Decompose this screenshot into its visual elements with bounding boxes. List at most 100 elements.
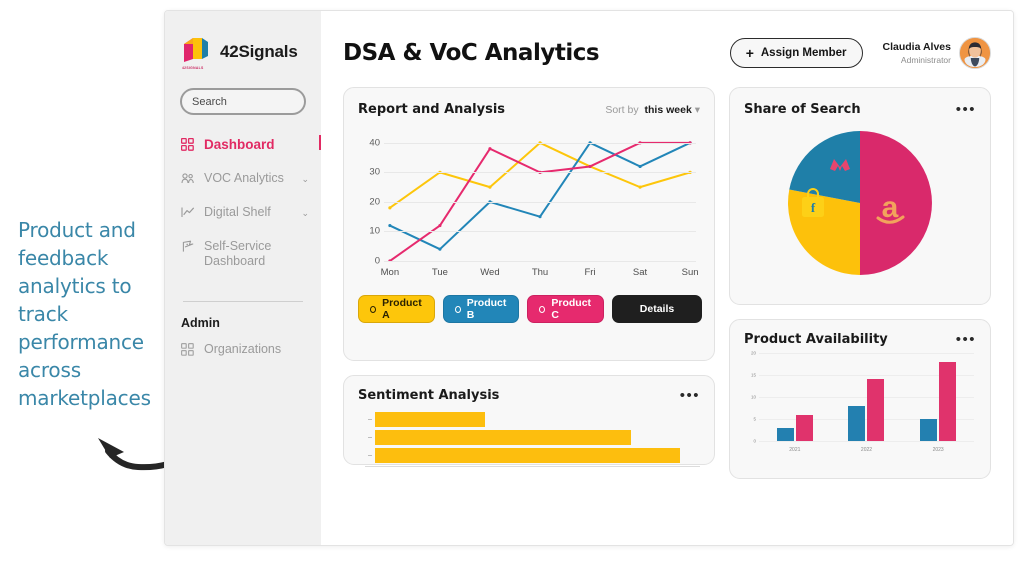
grid-icon (181, 343, 196, 359)
sos-card-header: Share of Search ••• (744, 102, 976, 118)
assign-member-button[interactable]: + Assign Member (729, 38, 863, 68)
line-chart-x-axis: Mon Tue Wed Thu Fri Sat Sun (381, 267, 699, 283)
sentiment-row (368, 430, 700, 445)
y-tick-label: 10 (750, 394, 756, 400)
x-tick-label: 2022 (860, 447, 873, 453)
y-tick-label: 10 (369, 225, 380, 237)
right-column: Share of Search ••• af Product Availabil… (729, 87, 991, 479)
brand-subtext: 42SIGNALS (182, 66, 204, 70)
avatar[interactable] (959, 37, 991, 69)
user-role: Administrator (900, 54, 951, 65)
bar-chart: 0 5 10 15 20 2021 2022 2023 (744, 350, 976, 457)
sentiment-bar[interactable] (375, 430, 631, 445)
flag-icon (181, 240, 196, 256)
trend-icon (181, 206, 196, 222)
x-tick-label: Thu (531, 267, 549, 278)
details-label: Details (639, 303, 675, 315)
sentiment-bars (358, 412, 700, 463)
y-tick-label: 0 (753, 438, 756, 444)
sidebar-nav: Dashboard VOC Analytics ⌄ Digital Shelf … (165, 131, 321, 275)
svg-text:a: a (882, 191, 899, 224)
data-point (488, 185, 492, 189)
axis-tick (368, 437, 372, 438)
line-chart: 0 10 20 30 40 Mon Tue Wed Thu Fri Sat Sun (358, 131, 700, 283)
sentiment-bar[interactable] (375, 448, 681, 463)
sidebar-item-label: Dashboard (204, 137, 275, 152)
avail-card-menu-icon[interactable]: ••• (956, 332, 976, 347)
axis-tick (368, 455, 372, 456)
legend-chip-product-b[interactable]: Product B (442, 295, 520, 323)
sentiment-card-header: Sentiment Analysis ••• (358, 388, 700, 404)
share-of-search-card: Share of Search ••• af (729, 87, 991, 305)
bar[interactable] (939, 361, 957, 441)
search-box[interactable] (180, 88, 346, 115)
bar[interactable] (776, 427, 794, 441)
bar[interactable] (867, 379, 885, 441)
bar[interactable] (848, 405, 866, 441)
x-tick-label: 2023 (932, 447, 944, 453)
annotation-text: Product and feedback analytics to track … (18, 218, 151, 410)
axis-tick (368, 419, 372, 420)
chevron-down-icon[interactable]: ▾ (695, 104, 700, 116)
y-tick-label: 15 (750, 372, 756, 378)
grid-icon (180, 137, 196, 154)
x-tick-label: Tue (431, 267, 448, 278)
sidebar-item-digital-shelf[interactable]: Digital Shelf ⌄ (165, 199, 321, 233)
user-profile[interactable]: Claudia Alves Administrator (883, 37, 991, 69)
left-column: Report and Analysis Sort by this week ▾ … (343, 87, 715, 479)
data-point (588, 164, 592, 169)
data-point (538, 215, 542, 219)
bar-chart-x-axis: 2021 2022 2023 (759, 447, 974, 457)
product-availability-card: Product Availability ••• 0 5 10 15 20 2021 20… (729, 319, 991, 479)
user-text: Claudia Alves Administrator (883, 41, 951, 66)
sentiment-bar[interactable] (375, 412, 485, 427)
line-series-product-b (390, 143, 690, 249)
sort-by-control[interactable]: Sort by this week ▾ (605, 104, 700, 116)
sidebar-item-dashboard[interactable]: Dashboard (165, 131, 321, 165)
report-card-title: Report and Analysis (358, 102, 506, 117)
y-tick-label: 20 (750, 350, 756, 356)
assign-member-label: Assign Member (760, 47, 847, 59)
legend-label: Product B (466, 297, 507, 321)
sidebar-item-label: Self-Service Dashboard (204, 239, 272, 268)
y-tick-label: 0 (374, 255, 380, 267)
gridline (384, 261, 696, 262)
bar-group (848, 379, 885, 441)
gridline (384, 231, 696, 233)
bar[interactable] (920, 419, 938, 441)
sentiment-card-menu-icon[interactable]: ••• (680, 388, 700, 403)
chevron-down-icon[interactable]: ⌄ (301, 208, 309, 219)
search-input[interactable] (192, 95, 334, 108)
line-chart-plot (384, 131, 696, 263)
sidebar-item-organizations[interactable]: Organizations (165, 336, 321, 370)
dot-icon (539, 305, 546, 313)
report-and-analysis-card: Report and Analysis Sort by this week ▾ … (343, 87, 715, 361)
brand-name: 42Signals (220, 42, 298, 61)
admin-nav: Organizations (165, 336, 321, 370)
main-content: DSA & VoC Analytics + Assign Member Clau… (321, 11, 1013, 545)
legend-label: Product C (551, 297, 592, 321)
topbar: DSA & VoC Analytics + Assign Member Clau… (343, 33, 991, 73)
data-point (488, 147, 492, 151)
report-card-header: Report and Analysis Sort by this week ▾ (358, 102, 700, 117)
details-button[interactable]: Details (612, 295, 703, 323)
data-point (638, 185, 642, 189)
legend-chip-product-a[interactable]: Product A (358, 295, 435, 323)
sidebar: 42SIGNALS 42Signals Search Dashboard VOC… (165, 11, 346, 545)
avail-card-title: Product Availability (744, 332, 888, 347)
chevron-down-icon[interactable]: ⌄ (301, 174, 309, 185)
sidebar-item-self-service-dashboard[interactable]: Self-Service Dashboard (165, 233, 321, 275)
sort-by-value: this week (644, 103, 692, 116)
sentiment-axis (365, 466, 700, 467)
sos-card-menu-icon[interactable]: ••• (956, 102, 976, 117)
y-tick-label: 40 (369, 137, 380, 149)
sidebar-item-voc-analytics[interactable]: VOC Analytics ⌄ (165, 165, 321, 199)
plus-icon: + (745, 45, 754, 61)
data-point (438, 223, 442, 228)
sidebar-item-label: Organizations (204, 342, 282, 356)
gridline (384, 172, 696, 174)
data-point (388, 223, 392, 228)
bar[interactable] (795, 414, 813, 441)
x-tick-label: Sun (681, 267, 699, 278)
legend-chip-product-c[interactable]: Product C (527, 295, 605, 323)
